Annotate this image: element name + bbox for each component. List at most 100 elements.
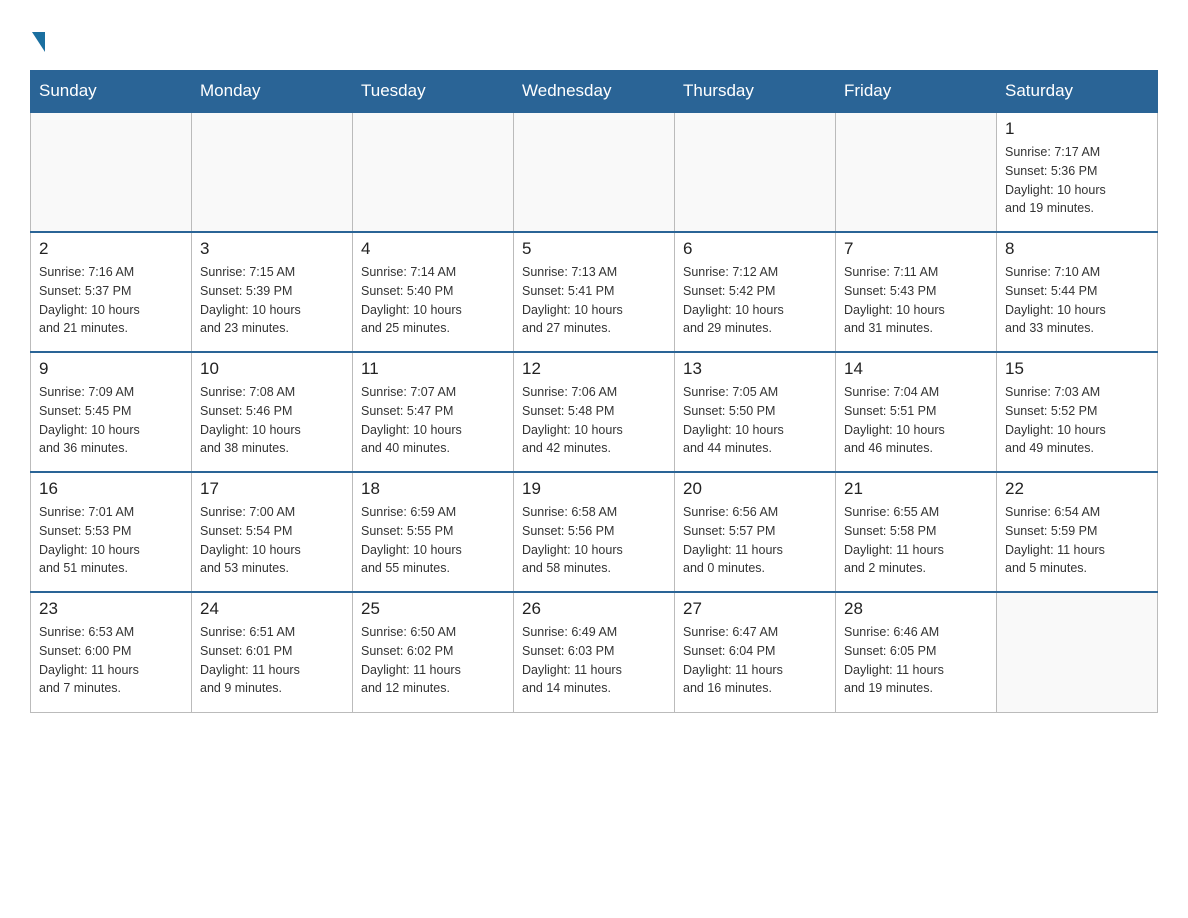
day-info: Sunrise: 6:53 AMSunset: 6:00 PMDaylight:…	[39, 623, 183, 698]
calendar-cell: 2 Sunrise: 7:16 AMSunset: 5:37 PMDaylight…	[31, 232, 192, 352]
day-number: 15	[1005, 359, 1149, 379]
day-info: Sunrise: 7:07 AMSunset: 5:47 PMDaylight:…	[361, 383, 505, 458]
day-number: 22	[1005, 479, 1149, 499]
calendar-cell: 22 Sunrise: 6:54 AMSunset: 5:59 PMDayligh…	[997, 472, 1158, 592]
day-number: 4	[361, 239, 505, 259]
calendar-cell: 28 Sunrise: 6:46 AMSunset: 6:05 PMDayligh…	[836, 592, 997, 712]
day-info: Sunrise: 6:54 AMSunset: 5:59 PMDaylight:…	[1005, 503, 1149, 578]
logo	[30, 20, 45, 52]
calendar-table: SundayMondayTuesdayWednesdayThursdayFrid…	[30, 70, 1158, 713]
calendar-cell: 24 Sunrise: 6:51 AMSunset: 6:01 PMDayligh…	[192, 592, 353, 712]
day-info: Sunrise: 6:59 AMSunset: 5:55 PMDaylight:…	[361, 503, 505, 578]
weekday-header-wednesday: Wednesday	[514, 71, 675, 113]
calendar-cell	[514, 112, 675, 232]
calendar-cell: 15 Sunrise: 7:03 AMSunset: 5:52 PMDayligh…	[997, 352, 1158, 472]
day-info: Sunrise: 6:56 AMSunset: 5:57 PMDaylight:…	[683, 503, 827, 578]
day-number: 25	[361, 599, 505, 619]
calendar-cell: 5 Sunrise: 7:13 AMSunset: 5:41 PMDaylight…	[514, 232, 675, 352]
calendar-cell: 17Sunrise: 7:00 AMSunset: 5:54 PMDayligh…	[192, 472, 353, 592]
day-number: 18	[361, 479, 505, 499]
page-header	[30, 20, 1158, 52]
day-number: 5	[522, 239, 666, 259]
day-info: Sunrise: 7:03 AMSunset: 5:52 PMDaylight:…	[1005, 383, 1149, 458]
calendar-cell: 4 Sunrise: 7:14 AMSunset: 5:40 PMDaylight…	[353, 232, 514, 352]
day-number: 8	[1005, 239, 1149, 259]
week-row-4: 16Sunrise: 7:01 AMSunset: 5:53 PMDayligh…	[31, 472, 1158, 592]
week-row-3: 9Sunrise: 7:09 AMSunset: 5:45 PMDaylight…	[31, 352, 1158, 472]
day-info: Sunrise: 6:50 AMSunset: 6:02 PMDaylight:…	[361, 623, 505, 698]
day-info: Sunrise: 6:49 AMSunset: 6:03 PMDaylight:…	[522, 623, 666, 698]
day-info: Sunrise: 7:16 AMSunset: 5:37 PMDaylight:…	[39, 263, 183, 338]
day-info: Sunrise: 6:46 AMSunset: 6:05 PMDaylight:…	[844, 623, 988, 698]
day-info: Sunrise: 7:11 AMSunset: 5:43 PMDaylight:…	[844, 263, 988, 338]
day-info: Sunrise: 7:13 AMSunset: 5:41 PMDaylight:…	[522, 263, 666, 338]
day-info: Sunrise: 7:06 AMSunset: 5:48 PMDaylight:…	[522, 383, 666, 458]
calendar-cell	[675, 112, 836, 232]
day-number: 6	[683, 239, 827, 259]
day-info: Sunrise: 7:12 AMSunset: 5:42 PMDaylight:…	[683, 263, 827, 338]
calendar-cell: 19 Sunrise: 6:58 AMSunset: 5:56 PMDayligh…	[514, 472, 675, 592]
calendar-cell: 23 Sunrise: 6:53 AMSunset: 6:00 PMDayligh…	[31, 592, 192, 712]
day-number: 1	[1005, 119, 1149, 139]
calendar-cell: 16Sunrise: 7:01 AMSunset: 5:53 PMDayligh…	[31, 472, 192, 592]
day-info: Sunrise: 7:04 AMSunset: 5:51 PMDaylight:…	[844, 383, 988, 458]
day-number: 17	[200, 479, 344, 499]
day-number: 28	[844, 599, 988, 619]
day-info: Sunrise: 7:14 AMSunset: 5:40 PMDaylight:…	[361, 263, 505, 338]
day-number: 24	[200, 599, 344, 619]
day-info: Sunrise: 6:47 AMSunset: 6:04 PMDaylight:…	[683, 623, 827, 698]
day-number: 26	[522, 599, 666, 619]
day-number: 11	[361, 359, 505, 379]
day-number: 23	[39, 599, 183, 619]
calendar-cell: 25 Sunrise: 6:50 AMSunset: 6:02 PMDayligh…	[353, 592, 514, 712]
day-number: 19	[522, 479, 666, 499]
calendar-cell: 3 Sunrise: 7:15 AMSunset: 5:39 PMDaylight…	[192, 232, 353, 352]
logo-arrow-icon	[32, 32, 45, 52]
day-number: 10	[200, 359, 344, 379]
day-number: 27	[683, 599, 827, 619]
calendar-cell: 26 Sunrise: 6:49 AMSunset: 6:03 PMDayligh…	[514, 592, 675, 712]
calendar-cell: 13 Sunrise: 7:05 AMSunset: 5:50 PMDayligh…	[675, 352, 836, 472]
weekday-header-monday: Monday	[192, 71, 353, 113]
calendar-cell: 27 Sunrise: 6:47 AMSunset: 6:04 PMDayligh…	[675, 592, 836, 712]
calendar-cell: 20 Sunrise: 6:56 AMSunset: 5:57 PMDayligh…	[675, 472, 836, 592]
weekday-header-saturday: Saturday	[997, 71, 1158, 113]
calendar-cell	[997, 592, 1158, 712]
day-number: 12	[522, 359, 666, 379]
calendar-cell	[192, 112, 353, 232]
calendar-cell: 6 Sunrise: 7:12 AMSunset: 5:42 PMDaylight…	[675, 232, 836, 352]
weekday-header-sunday: Sunday	[31, 71, 192, 113]
day-info: Sunrise: 7:17 AMSunset: 5:36 PMDaylight:…	[1005, 143, 1149, 218]
day-number: 21	[844, 479, 988, 499]
day-number: 2	[39, 239, 183, 259]
calendar-cell: 18 Sunrise: 6:59 AMSunset: 5:55 PMDayligh…	[353, 472, 514, 592]
calendar-cell	[31, 112, 192, 232]
day-number: 13	[683, 359, 827, 379]
calendar-cell: 12 Sunrise: 7:06 AMSunset: 5:48 PMDayligh…	[514, 352, 675, 472]
day-number: 3	[200, 239, 344, 259]
day-number: 14	[844, 359, 988, 379]
day-number: 20	[683, 479, 827, 499]
day-info: Sunrise: 7:08 AMSunset: 5:46 PMDaylight:…	[200, 383, 344, 458]
calendar-cell: 10 Sunrise: 7:08 AMSunset: 5:46 PMDayligh…	[192, 352, 353, 472]
day-info: Sunrise: 7:01 AMSunset: 5:53 PMDaylight:…	[39, 503, 183, 578]
calendar-cell: 8 Sunrise: 7:10 AMSunset: 5:44 PMDaylight…	[997, 232, 1158, 352]
day-info: Sunrise: 7:15 AMSunset: 5:39 PMDaylight:…	[200, 263, 344, 338]
weekday-header-thursday: Thursday	[675, 71, 836, 113]
day-number: 7	[844, 239, 988, 259]
calendar-cell	[836, 112, 997, 232]
calendar-cell: 1 Sunrise: 7:17 AMSunset: 5:36 PMDaylight…	[997, 112, 1158, 232]
week-row-5: 23 Sunrise: 6:53 AMSunset: 6:00 PMDayligh…	[31, 592, 1158, 712]
calendar-cell: 11 Sunrise: 7:07 AMSunset: 5:47 PMDayligh…	[353, 352, 514, 472]
weekday-header-row: SundayMondayTuesdayWednesdayThursdayFrid…	[31, 71, 1158, 113]
calendar-cell: 21Sunrise: 6:55 AMSunset: 5:58 PMDayligh…	[836, 472, 997, 592]
day-info: Sunrise: 7:05 AMSunset: 5:50 PMDaylight:…	[683, 383, 827, 458]
day-info: Sunrise: 6:58 AMSunset: 5:56 PMDaylight:…	[522, 503, 666, 578]
calendar-cell: 14 Sunrise: 7:04 AMSunset: 5:51 PMDayligh…	[836, 352, 997, 472]
weekday-header-friday: Friday	[836, 71, 997, 113]
day-info: Sunrise: 6:51 AMSunset: 6:01 PMDaylight:…	[200, 623, 344, 698]
calendar-cell: 7 Sunrise: 7:11 AMSunset: 5:43 PMDaylight…	[836, 232, 997, 352]
day-info: Sunrise: 7:10 AMSunset: 5:44 PMDaylight:…	[1005, 263, 1149, 338]
day-info: Sunrise: 7:09 AMSunset: 5:45 PMDaylight:…	[39, 383, 183, 458]
week-row-2: 2 Sunrise: 7:16 AMSunset: 5:37 PMDaylight…	[31, 232, 1158, 352]
